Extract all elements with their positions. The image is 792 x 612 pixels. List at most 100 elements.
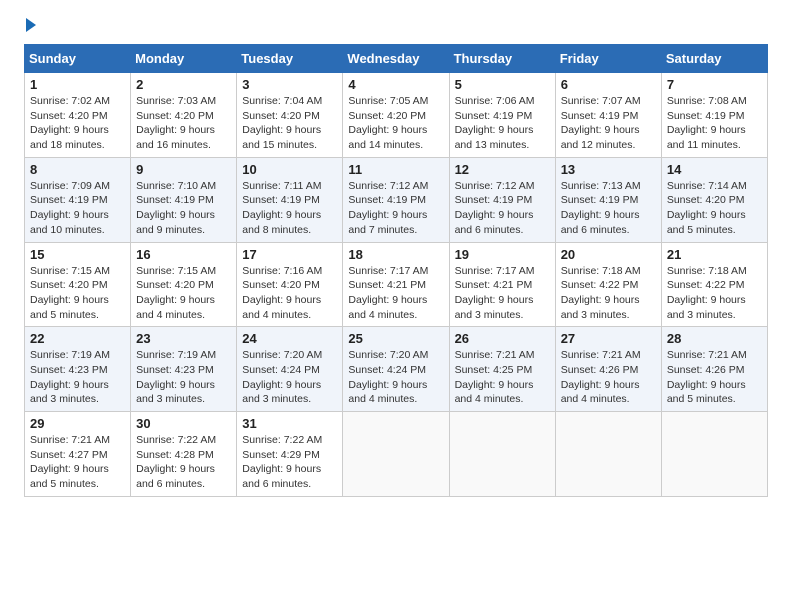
day-info: Sunrise: 7:07 AMSunset: 4:19 PMDaylight:…	[561, 94, 656, 153]
calendar-cell: 29 Sunrise: 7:21 AMSunset: 4:27 PMDayligh…	[25, 412, 131, 497]
day-number: 7	[667, 77, 762, 92]
column-header-friday: Friday	[555, 45, 661, 73]
calendar-week-row: 22Sunrise: 7:19 AMSunset: 4:23 PMDayligh…	[25, 327, 768, 412]
day-number: 3	[242, 77, 337, 92]
day-number: 6	[561, 77, 656, 92]
day-info: Sunrise: 7:22 AMSunset: 4:29 PMDaylight:…	[242, 433, 337, 492]
calendar-cell: 5 Sunrise: 7:06 AMSunset: 4:19 PMDaylight…	[449, 73, 555, 158]
day-number: 15	[30, 247, 125, 262]
calendar-cell: 26 Sunrise: 7:21 AMSunset: 4:25 PMDayligh…	[449, 327, 555, 412]
day-info: Sunrise: 7:17 AMSunset: 4:21 PMDaylight:…	[455, 264, 550, 323]
logo-arrow-icon	[26, 18, 36, 32]
calendar-table: SundayMondayTuesdayWednesdayThursdayFrid…	[24, 44, 768, 497]
day-info: Sunrise: 7:14 AMSunset: 4:20 PMDaylight:…	[667, 179, 762, 238]
calendar-cell: 6 Sunrise: 7:07 AMSunset: 4:19 PMDaylight…	[555, 73, 661, 158]
day-info: Sunrise: 7:04 AMSunset: 4:20 PMDaylight:…	[242, 94, 337, 153]
day-info: Sunrise: 7:18 AMSunset: 4:22 PMDaylight:…	[667, 264, 762, 323]
day-number: 26	[455, 331, 550, 346]
day-info: Sunrise: 7:20 AMSunset: 4:24 PMDaylight:…	[348, 348, 443, 407]
page-header	[24, 20, 768, 32]
calendar-cell: 16 Sunrise: 7:15 AMSunset: 4:20 PMDayligh…	[131, 242, 237, 327]
day-info: Sunrise: 7:21 AMSunset: 4:27 PMDaylight:…	[30, 433, 125, 492]
calendar-cell: 17Sunrise: 7:16 AMSunset: 4:20 PMDayligh…	[237, 242, 343, 327]
day-number: 18	[348, 247, 443, 262]
calendar-cell: 18Sunrise: 7:17 AMSunset: 4:21 PMDayligh…	[343, 242, 449, 327]
day-number: 24	[242, 331, 337, 346]
day-info: Sunrise: 7:19 AMSunset: 4:23 PMDaylight:…	[30, 348, 125, 407]
day-number: 16	[136, 247, 231, 262]
day-info: Sunrise: 7:06 AMSunset: 4:19 PMDaylight:…	[455, 94, 550, 153]
day-number: 30	[136, 416, 231, 431]
day-info: Sunrise: 7:21 AMSunset: 4:25 PMDaylight:…	[455, 348, 550, 407]
day-info: Sunrise: 7:15 AMSunset: 4:20 PMDaylight:…	[30, 264, 125, 323]
logo	[24, 20, 36, 32]
day-info: Sunrise: 7:13 AMSunset: 4:19 PMDaylight:…	[561, 179, 656, 238]
day-info: Sunrise: 7:05 AMSunset: 4:20 PMDaylight:…	[348, 94, 443, 153]
calendar-cell: 11Sunrise: 7:12 AMSunset: 4:19 PMDayligh…	[343, 157, 449, 242]
day-number: 9	[136, 162, 231, 177]
day-info: Sunrise: 7:21 AMSunset: 4:26 PMDaylight:…	[561, 348, 656, 407]
calendar-cell	[661, 412, 767, 497]
day-number: 21	[667, 247, 762, 262]
day-number: 4	[348, 77, 443, 92]
day-number: 2	[136, 77, 231, 92]
calendar-cell: 25 Sunrise: 7:20 AMSunset: 4:24 PMDayligh…	[343, 327, 449, 412]
day-number: 8	[30, 162, 125, 177]
calendar-cell: 21 Sunrise: 7:18 AMSunset: 4:22 PMDayligh…	[661, 242, 767, 327]
calendar-cell: 12 Sunrise: 7:12 AMSunset: 4:19 PMDayligh…	[449, 157, 555, 242]
day-number: 13	[561, 162, 656, 177]
day-number: 25	[348, 331, 443, 346]
calendar-cell: 1 Sunrise: 7:02 AMSunset: 4:20 PMDaylight…	[25, 73, 131, 158]
column-header-thursday: Thursday	[449, 45, 555, 73]
day-number: 31	[242, 416, 337, 431]
day-number: 28	[667, 331, 762, 346]
calendar-cell: 30 Sunrise: 7:22 AMSunset: 4:28 PMDayligh…	[131, 412, 237, 497]
calendar-week-row: 15 Sunrise: 7:15 AMSunset: 4:20 PMDayligh…	[25, 242, 768, 327]
day-number: 10	[242, 162, 337, 177]
day-number: 23	[136, 331, 231, 346]
day-info: Sunrise: 7:15 AMSunset: 4:20 PMDaylight:…	[136, 264, 231, 323]
day-info: Sunrise: 7:20 AMSunset: 4:24 PMDaylight:…	[242, 348, 337, 407]
calendar-cell: 3 Sunrise: 7:04 AMSunset: 4:20 PMDaylight…	[237, 73, 343, 158]
day-info: Sunrise: 7:02 AMSunset: 4:20 PMDaylight:…	[30, 94, 125, 153]
calendar-cell: 10 Sunrise: 7:11 AMSunset: 4:19 PMDayligh…	[237, 157, 343, 242]
day-number: 27	[561, 331, 656, 346]
day-info: Sunrise: 7:12 AMSunset: 4:19 PMDaylight:…	[455, 179, 550, 238]
calendar-cell: 24 Sunrise: 7:20 AMSunset: 4:24 PMDayligh…	[237, 327, 343, 412]
calendar-cell: 20 Sunrise: 7:18 AMSunset: 4:22 PMDayligh…	[555, 242, 661, 327]
calendar-cell: 27 Sunrise: 7:21 AMSunset: 4:26 PMDayligh…	[555, 327, 661, 412]
day-info: Sunrise: 7:10 AMSunset: 4:19 PMDaylight:…	[136, 179, 231, 238]
calendar-cell: 9 Sunrise: 7:10 AMSunset: 4:19 PMDaylight…	[131, 157, 237, 242]
calendar-cell	[555, 412, 661, 497]
calendar-cell: 13 Sunrise: 7:13 AMSunset: 4:19 PMDayligh…	[555, 157, 661, 242]
calendar-cell: 4 Sunrise: 7:05 AMSunset: 4:20 PMDaylight…	[343, 73, 449, 158]
day-number: 14	[667, 162, 762, 177]
column-header-sunday: Sunday	[25, 45, 131, 73]
day-info: Sunrise: 7:03 AMSunset: 4:20 PMDaylight:…	[136, 94, 231, 153]
day-info: Sunrise: 7:11 AMSunset: 4:19 PMDaylight:…	[242, 179, 337, 238]
calendar-cell: 23Sunrise: 7:19 AMSunset: 4:23 PMDayligh…	[131, 327, 237, 412]
calendar-week-row: 29 Sunrise: 7:21 AMSunset: 4:27 PMDayligh…	[25, 412, 768, 497]
day-number: 1	[30, 77, 125, 92]
day-info: Sunrise: 7:18 AMSunset: 4:22 PMDaylight:…	[561, 264, 656, 323]
day-info: Sunrise: 7:08 AMSunset: 4:19 PMDaylight:…	[667, 94, 762, 153]
day-number: 29	[30, 416, 125, 431]
day-number: 11	[348, 162, 443, 177]
day-number: 5	[455, 77, 550, 92]
calendar-cell: 14 Sunrise: 7:14 AMSunset: 4:20 PMDayligh…	[661, 157, 767, 242]
day-number: 17	[242, 247, 337, 262]
calendar-cell: 22Sunrise: 7:19 AMSunset: 4:23 PMDayligh…	[25, 327, 131, 412]
day-info: Sunrise: 7:22 AMSunset: 4:28 PMDaylight:…	[136, 433, 231, 492]
calendar-cell: 15 Sunrise: 7:15 AMSunset: 4:20 PMDayligh…	[25, 242, 131, 327]
calendar-cell	[343, 412, 449, 497]
calendar-header-row: SundayMondayTuesdayWednesdayThursdayFrid…	[25, 45, 768, 73]
column-header-wednesday: Wednesday	[343, 45, 449, 73]
calendar-cell: 19 Sunrise: 7:17 AMSunset: 4:21 PMDayligh…	[449, 242, 555, 327]
calendar-week-row: 8Sunrise: 7:09 AMSunset: 4:19 PMDaylight…	[25, 157, 768, 242]
day-number: 19	[455, 247, 550, 262]
day-number: 20	[561, 247, 656, 262]
calendar-cell: 8Sunrise: 7:09 AMSunset: 4:19 PMDaylight…	[25, 157, 131, 242]
day-info: Sunrise: 7:21 AMSunset: 4:26 PMDaylight:…	[667, 348, 762, 407]
day-number: 12	[455, 162, 550, 177]
calendar-cell: 31 Sunrise: 7:22 AMSunset: 4:29 PMDayligh…	[237, 412, 343, 497]
